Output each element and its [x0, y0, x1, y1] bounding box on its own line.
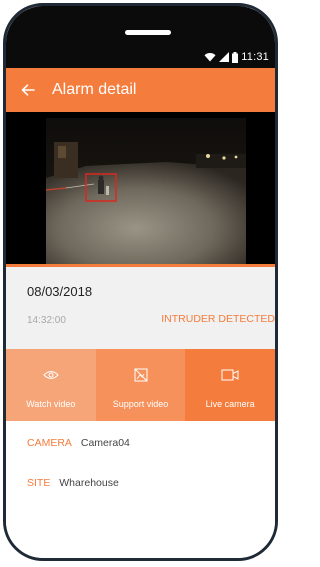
action-bar: Watch video Support video Live camera — [6, 349, 275, 421]
alarm-details: CAMERA Camera04 SITE Wharehouse — [6, 421, 275, 558]
alarm-time: 14:32:00 — [27, 315, 66, 326]
alarm-status: INTRUDER DETECTED — [161, 313, 275, 325]
support-video-button[interactable]: Support video — [95, 349, 186, 421]
site-value: Wharehouse — [59, 477, 119, 489]
page-title: Alarm detail — [52, 81, 137, 98]
wifi-icon — [204, 52, 216, 62]
camera-value: Camera04 — [80, 437, 130, 449]
site-row: SITE Wharehouse — [27, 477, 119, 489]
phone-frame: 11:31 Alarm detail 08/03/2018 14:32:00 I… — [3, 3, 278, 561]
alarm-info: 08/03/2018 14:32:00 INTRUDER DETECTED — [6, 267, 275, 349]
watch-video-button[interactable]: Watch video — [6, 349, 96, 421]
camera-snapshot — [46, 118, 246, 264]
alarm-date: 08/03/2018 — [27, 284, 93, 299]
eye-icon — [42, 368, 60, 382]
support-video-icon — [132, 368, 150, 382]
back-arrow-icon[interactable] — [18, 80, 38, 100]
app-bar: Alarm detail — [6, 68, 275, 112]
video-preview[interactable] — [6, 112, 275, 264]
camera-row: CAMERA Camera04 — [27, 437, 130, 449]
site-key: SITE — [27, 477, 51, 489]
status-bar: 11:31 — [6, 6, 275, 68]
support-video-label: Support video — [112, 399, 169, 409]
video-camera-icon — [221, 368, 239, 382]
live-camera-label: Live camera — [205, 399, 255, 409]
screen: 11:31 Alarm detail 08/03/2018 14:32:00 I… — [0, 0, 285, 567]
camera-key: CAMERA — [27, 437, 72, 449]
live-camera-button[interactable]: Live camera — [185, 349, 275, 421]
watch-video-label: Watch video — [26, 399, 76, 409]
signal-icon — [219, 52, 230, 62]
status-icons: 11:31 — [204, 51, 269, 63]
speaker-grille — [125, 30, 171, 35]
status-time: 11:31 — [241, 51, 269, 63]
battery-icon — [232, 51, 239, 63]
